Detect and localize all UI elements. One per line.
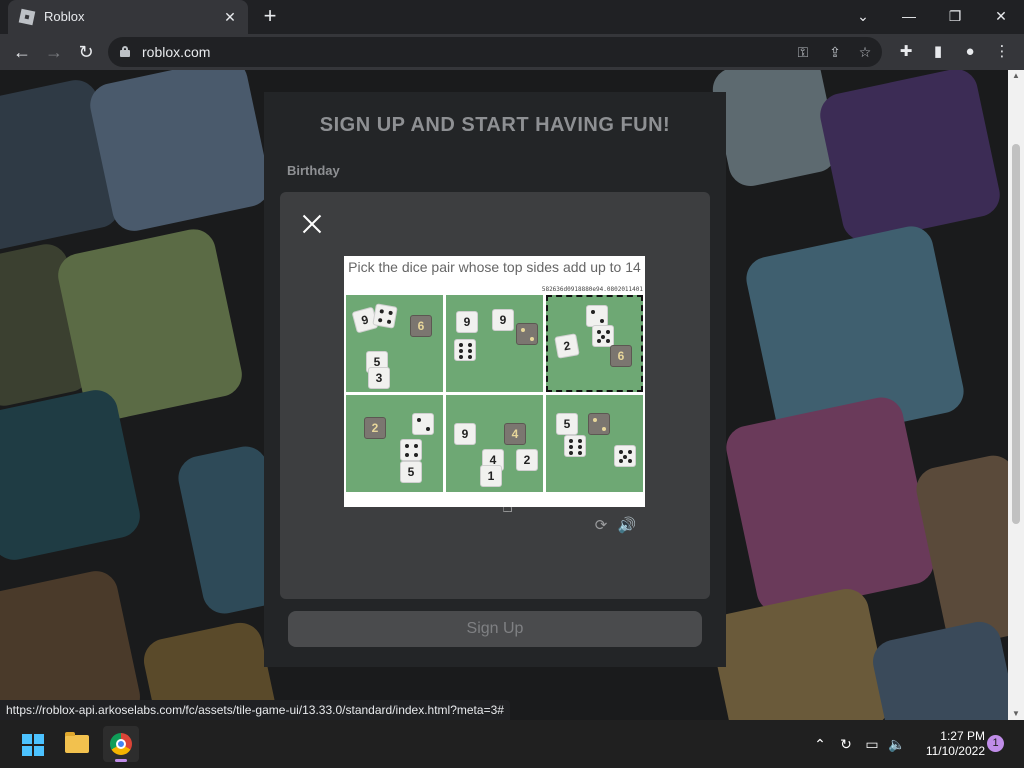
game-thumbnail [722, 393, 938, 617]
game-thumbnail [816, 70, 1004, 245]
die: 9 [456, 311, 478, 333]
restore-button[interactable]: ❐ [932, 0, 978, 34]
share-icon[interactable]: ⇪ [824, 42, 846, 62]
volume-icon[interactable]: 🔈 [887, 734, 907, 754]
signup-button[interactable]: Sign Up [288, 611, 702, 647]
die: 2 [364, 417, 386, 439]
reload-icon[interactable]: ↻ [72, 38, 100, 66]
side-panel-icon[interactable]: ▮ [926, 40, 950, 64]
die: 3 [368, 367, 390, 389]
lock-icon [120, 46, 130, 57]
scroll-thumb[interactable] [1012, 144, 1020, 524]
game-thumbnail [707, 584, 893, 720]
dice-tile-6[interactable]: 5 [546, 395, 643, 492]
die [372, 303, 398, 329]
die [588, 413, 610, 435]
die: 9 [454, 423, 476, 445]
tab-close-icon[interactable]: ✕ [220, 7, 240, 27]
browser-toolbar: ← → ↻ roblox.com ⚿ ⇪ ☆ ✚ ▮ ● ⋮ [0, 34, 1024, 70]
die: 9 [492, 309, 514, 331]
chrome-icon[interactable] [103, 726, 139, 762]
extensions-icon[interactable]: ✚ [894, 40, 918, 64]
file-explorer-icon[interactable] [59, 726, 95, 762]
die [454, 339, 476, 361]
sync-icon[interactable]: ↻ [836, 734, 856, 754]
hand-cursor-icon: ☝ [502, 496, 513, 516]
die: 4 [504, 423, 526, 445]
tab-title: Roblox [44, 9, 85, 24]
refresh-icon[interactable]: ⟳ [590, 516, 612, 536]
browser-chrome: Roblox ✕ + ⌄ — ❐ ✕ ← → ↻ roblox.com ⚿ ⇪ … [0, 0, 1024, 70]
tab-strip: Roblox ✕ + ⌄ — ❐ ✕ [0, 0, 1024, 34]
new-tab-button[interactable]: + [258, 5, 282, 29]
chevron-up-icon[interactable]: ⌃ [810, 734, 830, 754]
game-thumbnail [0, 567, 145, 720]
game-thumbnail [868, 617, 1008, 720]
clock-time: 1:27 PM [940, 729, 985, 743]
die [586, 305, 608, 327]
taskbar: ⌃ ↻ ▭ 🔈 1:27 PM 11/10/2022 1 [0, 720, 1024, 768]
clock-date: 11/10/2022 [925, 744, 985, 758]
dice-tile-3[interactable]: 2 6 [546, 295, 643, 392]
dice-tile-2[interactable]: 9 9 [446, 295, 543, 392]
profile-icon[interactable]: ● [958, 40, 982, 64]
star-icon[interactable]: ☆ [854, 42, 876, 62]
clock[interactable]: 1:27 PM 11/10/2022 [915, 729, 985, 759]
status-url: https://roblox-api.arkoselabs.com/fc/ass… [0, 700, 510, 720]
close-window-button[interactable]: ✕ [978, 0, 1024, 34]
captcha-challenge: Pick the dice pair whose top sides add u… [344, 256, 645, 507]
die: 5 [400, 461, 422, 483]
captcha-prompt: Pick the dice pair whose top sides add u… [348, 259, 641, 275]
die [412, 413, 434, 435]
roblox-icon [18, 8, 36, 26]
die: 6 [410, 315, 432, 337]
captcha-code: 582636d0918880e94.0802011401 [541, 286, 643, 293]
signup-title: SIGN UP AND START HAVING FUN! [319, 114, 671, 136]
audio-icon[interactable]: 🔊 [616, 516, 638, 536]
url-text[interactable]: roblox.com [142, 44, 210, 60]
dice-tile-1[interactable]: 9 6 5 3 [346, 295, 443, 392]
menu-icon[interactable]: ⋮ [990, 40, 1014, 64]
forward-arrow-icon[interactable]: → [40, 38, 68, 66]
minimize-button[interactable]: — [886, 0, 932, 34]
scroll-down-icon[interactable]: ▼ [1008, 708, 1024, 720]
page-scrollbar[interactable]: ▲ ▼ [1008, 70, 1024, 720]
die: 1 [480, 465, 502, 487]
page-viewport: SIGN UP AND START HAVING FUN! Birthday S… [0, 70, 1008, 720]
dice-tile-4[interactable]: 2 5 [346, 395, 443, 492]
captcha-modal: Pick the dice pair whose top sides add u… [280, 192, 710, 599]
die: 6 [610, 345, 632, 367]
windows-start-icon[interactable] [22, 734, 44, 756]
die: 2 [554, 333, 580, 359]
key-icon[interactable]: ⚿ [792, 42, 814, 62]
die [516, 323, 538, 345]
close-icon[interactable] [300, 212, 324, 236]
die [400, 439, 422, 461]
tab-roblox[interactable]: Roblox ✕ [8, 0, 248, 34]
game-thumbnail [708, 70, 842, 191]
back-arrow-icon[interactable]: ← [8, 38, 36, 66]
die [592, 325, 614, 347]
network-icon[interactable]: ▭ [862, 734, 882, 754]
dice-grid: 9 6 5 3 9 9 2 6 2 5 9 4 4 1 2 5 [346, 295, 643, 492]
dice-tile-5[interactable]: 9 4 4 1 2 [446, 395, 543, 492]
tab-search-button[interactable]: ⌄ [840, 0, 886, 34]
address-bar[interactable]: roblox.com ⚿ ⇪ ☆ [108, 37, 882, 67]
die [614, 445, 636, 467]
scroll-up-icon[interactable]: ▲ [1008, 70, 1024, 82]
birthday-label: Birthday [287, 163, 340, 178]
die [564, 435, 586, 457]
die: 5 [556, 413, 578, 435]
die: 2 [516, 449, 538, 471]
notification-badge[interactable]: 1 [987, 735, 1004, 752]
game-thumbnail [86, 70, 274, 235]
